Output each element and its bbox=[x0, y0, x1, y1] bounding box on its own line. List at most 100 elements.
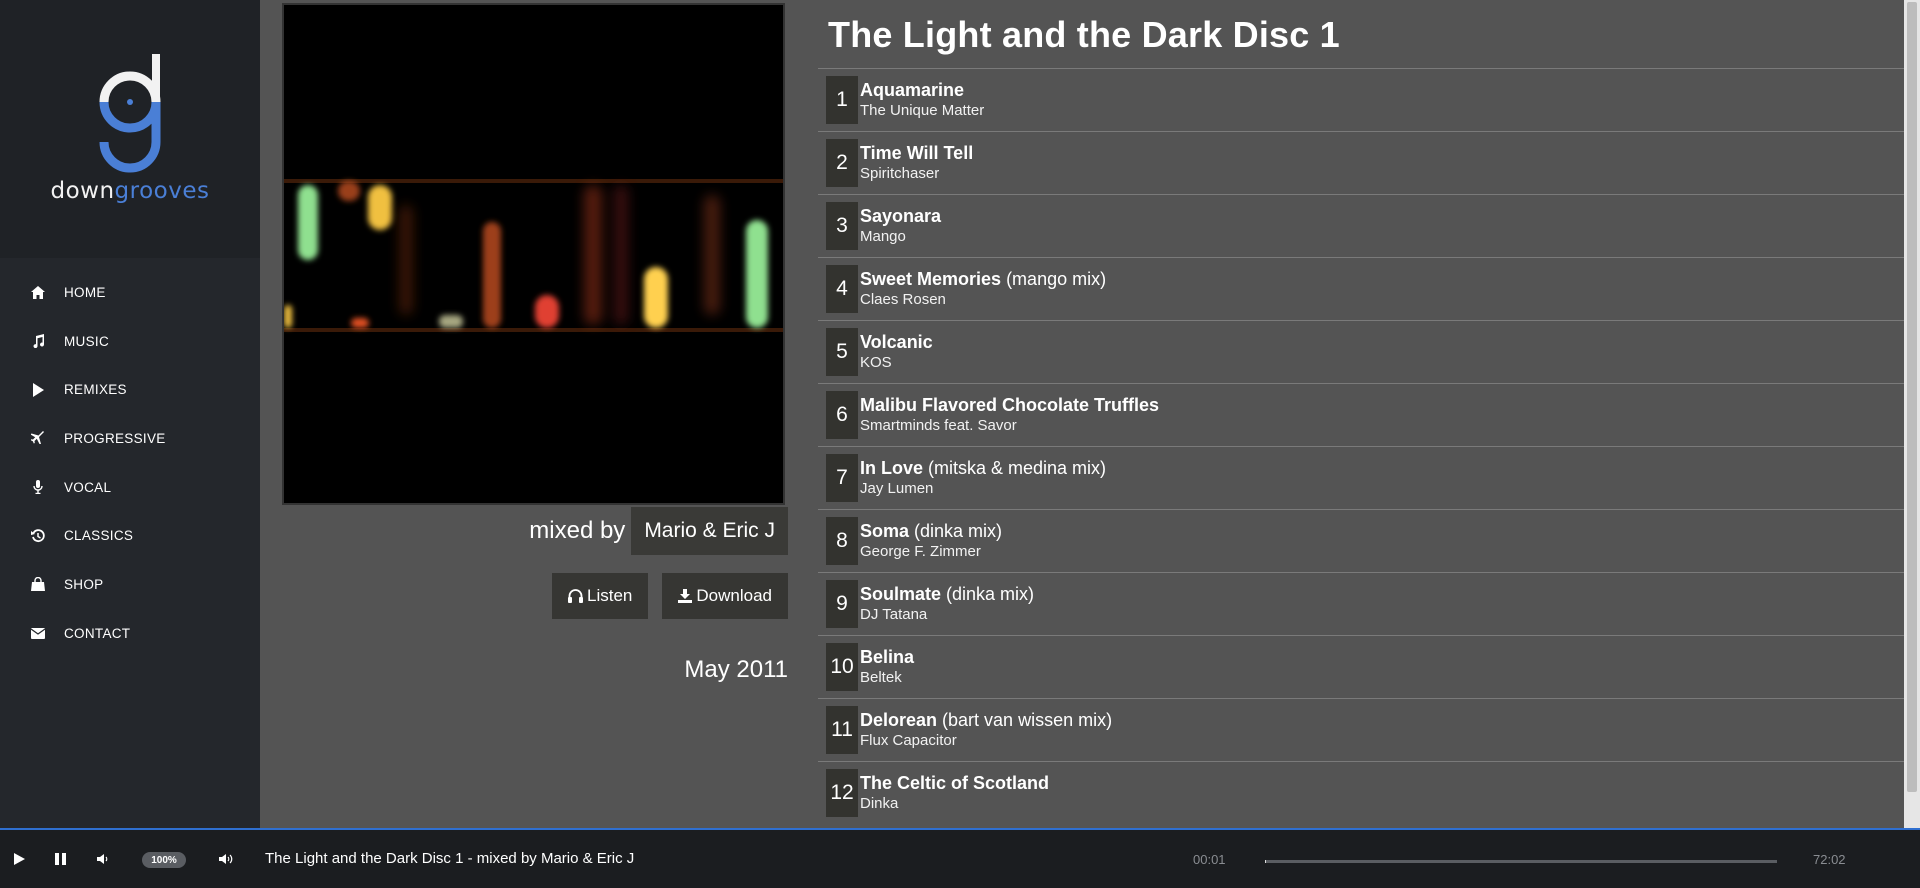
pause-button[interactable] bbox=[49, 848, 71, 870]
track-title-line: Belina bbox=[860, 646, 914, 668]
nav-item-home[interactable]: HOME bbox=[0, 268, 260, 317]
download-label: Download bbox=[696, 586, 772, 605]
nav-item-shop[interactable]: SHOP bbox=[0, 560, 260, 609]
play-icon bbox=[13, 853, 25, 865]
track-artist: Dinka bbox=[860, 795, 899, 812]
track-title: Malibu Flavored Chocolate Truffles bbox=[860, 395, 1160, 415]
track-info: Aquamarine The Unique Matter bbox=[860, 79, 984, 121]
track-title-line: Sweet Memories (mango mix) bbox=[860, 268, 1106, 290]
volume-high-icon bbox=[219, 854, 233, 864]
main-nav: HOME MUSIC REMIXES PROGRESSIVE VOCAL CLA… bbox=[0, 258, 260, 658]
track-row[interactable]: 4 Sweet Memories (mango mix) Claes Rosen bbox=[818, 257, 1904, 320]
track-number: 8 bbox=[826, 517, 858, 565]
downgrooves-logo-icon bbox=[99, 54, 161, 173]
mixed-by: mixed by Mario & Eric J bbox=[529, 507, 788, 555]
track-number: 5 bbox=[826, 328, 858, 376]
nav-label-progressive: PROGRESSIVE bbox=[64, 430, 166, 446]
mixed-by-label: mixed by bbox=[529, 517, 626, 544]
track-info: Malibu Flavored Chocolate Truffles Smartm… bbox=[860, 394, 1159, 436]
headphones-icon bbox=[568, 589, 584, 603]
track-mix: (dinka mix) bbox=[909, 521, 1003, 541]
listen-button[interactable]: Listen bbox=[552, 573, 649, 619]
pause-icon bbox=[54, 853, 66, 865]
nav-item-progressive[interactable]: PROGRESSIVE bbox=[0, 414, 260, 463]
track-title-line: Time Will Tell bbox=[860, 142, 973, 164]
album-actions: Listen Download bbox=[552, 573, 788, 619]
track-info: Delorean (bart van wissen mix) Flux Capac… bbox=[860, 709, 1112, 751]
track-info: Belina Beltek bbox=[860, 646, 914, 688]
mixed-by-name: Mario & Eric J bbox=[631, 507, 788, 555]
brand-part-down: down bbox=[50, 178, 115, 204]
track-info: Soma (dinka mix) George F. Zimmer bbox=[860, 520, 1002, 562]
home-icon bbox=[30, 284, 46, 300]
mute-button[interactable] bbox=[92, 848, 114, 870]
track-title: Soulmate bbox=[860, 584, 942, 604]
logo[interactable]: downgrooves bbox=[0, 0, 260, 258]
now-playing-title: The Light and the Dark Disc 1 - mixed by… bbox=[265, 850, 635, 867]
track-mix: (mango mix) bbox=[1001, 269, 1107, 289]
play-button[interactable] bbox=[8, 848, 30, 870]
track-title-line: In Love (mitska & medina mix) bbox=[860, 457, 1106, 479]
track-artist: Smartminds feat. Savor bbox=[860, 417, 1017, 434]
nav-item-music[interactable]: MUSIC bbox=[0, 317, 260, 366]
sidebar: downgrooves HOME MUSIC REMIXES PROGRESSI… bbox=[0, 0, 260, 828]
scrollbar-thumb[interactable] bbox=[1907, 2, 1917, 792]
track-info: Volcanic KOS bbox=[860, 331, 933, 373]
track-number: 1 bbox=[826, 76, 858, 124]
track-info: Sweet Memories (mango mix) Claes Rosen bbox=[860, 268, 1106, 310]
nav-label-music: MUSIC bbox=[64, 333, 109, 349]
progress-bar-fill bbox=[1265, 860, 1267, 863]
volume-max-button[interactable] bbox=[216, 848, 238, 870]
scrollbar[interactable] bbox=[1904, 0, 1920, 828]
track-number: 12 bbox=[826, 769, 858, 817]
track-info: The Celtic of Scotland Dinka bbox=[860, 772, 1049, 814]
nav-item-classics[interactable]: CLASSICS bbox=[0, 511, 260, 560]
track-artist: Claes Rosen bbox=[860, 291, 946, 308]
track-title-line: Soma (dinka mix) bbox=[860, 520, 1002, 542]
track-row[interactable]: 7 In Love (mitska & medina mix) Jay Lumen bbox=[818, 446, 1904, 509]
track-row[interactable]: 2 Time Will Tell Spiritchaser bbox=[818, 131, 1904, 194]
track-row[interactable]: 3 Sayonara Mango bbox=[818, 194, 1904, 257]
track-row[interactable]: 12 The Celtic of Scotland Dinka bbox=[818, 761, 1904, 824]
track-artist: Beltek bbox=[860, 669, 902, 686]
track-title-line: Malibu Flavored Chocolate Truffles bbox=[860, 394, 1159, 416]
track-row[interactable]: 9 Soulmate (dinka mix) DJ Tatana bbox=[818, 572, 1904, 635]
nav-item-contact[interactable]: CONTACT bbox=[0, 609, 260, 658]
brand-part-grooves: grooves bbox=[114, 178, 210, 204]
track-number: 4 bbox=[826, 265, 858, 313]
track-row[interactable]: 8 Soma (dinka mix) George F. Zimmer bbox=[818, 509, 1904, 572]
track-title: Sweet Memories bbox=[860, 269, 1002, 289]
track-row[interactable]: 10 Belina Beltek bbox=[818, 635, 1904, 698]
history-icon bbox=[30, 528, 46, 544]
download-icon bbox=[678, 589, 693, 603]
track-number: 7 bbox=[826, 454, 858, 502]
track-artist: Mango bbox=[860, 228, 906, 245]
track-title: The Celtic of Scotland bbox=[860, 773, 1050, 793]
release-date: May 2011 bbox=[684, 656, 788, 683]
volume-level[interactable]: 100% bbox=[142, 852, 186, 868]
track-number: 9 bbox=[826, 580, 858, 628]
track-artist: Spiritchaser bbox=[860, 165, 940, 182]
album-cover-image bbox=[282, 3, 785, 505]
track-title: Aquamarine bbox=[860, 80, 965, 100]
envelope-icon bbox=[30, 625, 46, 641]
track-number: 2 bbox=[826, 139, 858, 187]
listen-label: Listen bbox=[587, 586, 633, 605]
track-row[interactable]: 5 Volcanic KOS bbox=[818, 320, 1904, 383]
audio-player: 100% The Light and the Dark Disc 1 - mix… bbox=[0, 828, 1920, 888]
nav-item-remixes[interactable]: REMIXES bbox=[0, 365, 260, 414]
track-row[interactable]: 1 Aquamarine The Unique Matter bbox=[818, 68, 1904, 131]
track-row[interactable]: 11 Delorean (bart van wissen mix) Flux Cap… bbox=[818, 698, 1904, 761]
track-info: Sayonara Mango bbox=[860, 205, 941, 247]
page-title: The Light and the Dark Disc 1 bbox=[828, 14, 1340, 55]
track-number: 3 bbox=[826, 202, 858, 250]
track-info: In Love (mitska & medina mix) Jay Lumen bbox=[860, 457, 1106, 499]
progress-bar[interactable] bbox=[1265, 860, 1777, 863]
nav-item-vocal[interactable]: VOCAL bbox=[0, 463, 260, 512]
track-info: Time Will Tell Spiritchaser bbox=[860, 142, 973, 184]
shopping-bag-icon bbox=[30, 576, 46, 592]
track-title: Delorean bbox=[860, 710, 938, 730]
nav-label-classics: CLASSICS bbox=[64, 528, 134, 544]
track-row[interactable]: 6 Malibu Flavored Chocolate Truffles Smart… bbox=[818, 383, 1904, 446]
download-button[interactable]: Download bbox=[662, 573, 788, 619]
